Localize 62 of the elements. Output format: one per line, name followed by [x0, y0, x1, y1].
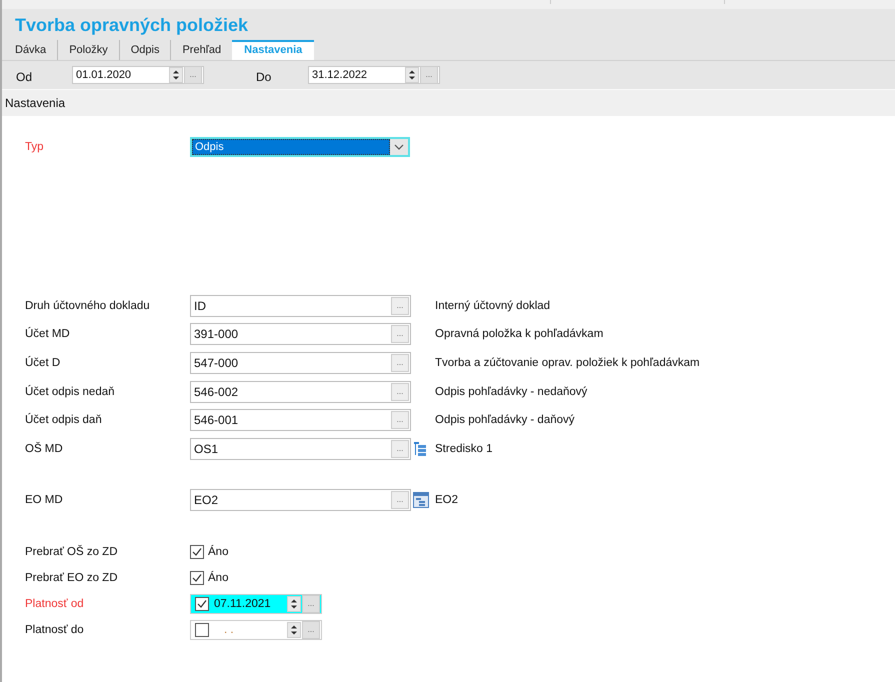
date-field[interactable]: 01.01.2020 ... — [72, 66, 204, 84]
checkbox[interactable] — [190, 570, 204, 585]
spinner-icon[interactable] — [169, 67, 183, 83]
browse-button[interactable]: ... — [184, 66, 202, 84]
field-label: OŠ MD — [25, 442, 64, 455]
field-description: Tvorba a zúčtovanie oprav. položiek k pohľadávkam — [435, 357, 700, 370]
field-label: Prebrať OŠ zo ZD — [25, 546, 119, 558]
field-label: Typ — [25, 141, 45, 154]
tab[interactable]: Dávka — [6, 40, 58, 60]
field-description: Odpis pohľadávky - nedaňový — [435, 386, 588, 398]
browse-button[interactable]: ... — [391, 354, 409, 372]
checkbox-label: Áno — [208, 572, 228, 584]
browse-button[interactable]: ... — [420, 66, 438, 84]
field-label: Účet MD — [25, 328, 71, 340]
browse-button[interactable]: ... — [391, 325, 409, 344]
field-label: Účet D — [25, 357, 62, 370]
date-field[interactable]: 07.11.2021 ... — [190, 594, 322, 614]
browse-button[interactable]: ... — [391, 382, 409, 401]
field-label: Platnosť do — [25, 624, 85, 636]
field-description: Stredisko 1 — [435, 442, 493, 455]
field-description: EO2 — [435, 494, 458, 506]
field-description: Interný účtovný doklad — [435, 300, 550, 312]
date-label: Do — [256, 70, 272, 84]
section-header: Nastavenia — [2, 89, 895, 116]
date-field[interactable]: . . ... — [190, 620, 322, 640]
type-dropdown[interactable]: Odpis — [190, 137, 410, 158]
field-label: Platnosť od — [25, 598, 85, 610]
browse-button[interactable]: ... — [391, 440, 409, 458]
field-description: Opravná položka k pohľadávkam — [435, 328, 604, 340]
table-icon[interactable] — [413, 492, 429, 508]
input-field[interactable]: EO2 ... — [190, 489, 411, 512]
input-field[interactable]: 546-001 ... — [190, 409, 411, 432]
tab[interactable]: Odpis — [118, 40, 170, 60]
checkbox[interactable] — [195, 596, 209, 611]
tab[interactable]: Položky — [57, 40, 119, 60]
field-label: Prebrať EO zo ZD — [25, 572, 119, 584]
spinner-icon[interactable] — [405, 67, 419, 83]
field-description: Odpis pohľadávky - daňový — [435, 414, 575, 426]
field-label: EO MD — [25, 494, 64, 506]
input-field[interactable]: OS1 ... — [190, 438, 411, 460]
browse-button[interactable]: ... — [302, 620, 320, 639]
browse-button[interactable]: ... — [391, 491, 409, 510]
checkbox[interactable] — [190, 544, 204, 559]
browse-button[interactable]: ... — [391, 296, 409, 315]
input-field[interactable]: ID ... — [190, 294, 411, 317]
form-title: Tvorba opravných položiek — [15, 14, 250, 36]
field-label: Účet odpis nedaň — [25, 386, 116, 398]
input-field[interactable]: 547-000 ... — [190, 352, 411, 374]
date-field[interactable]: 31.12.2022 ... — [308, 66, 440, 84]
date-label: Od — [16, 70, 34, 84]
tree-list-icon[interactable] — [413, 440, 427, 457]
field-label: Účet odpis daň — [25, 414, 103, 426]
checkbox-label: Áno — [208, 546, 228, 558]
checkbox[interactable] — [195, 622, 209, 637]
chevron-down-icon[interactable] — [390, 139, 408, 156]
input-field[interactable]: 391-000 ... — [190, 323, 411, 346]
field-label: Druh účtovného dokladu — [25, 300, 151, 312]
spinner-icon[interactable] — [287, 596, 301, 612]
browse-button[interactable]: ... — [302, 594, 320, 613]
spinner-icon[interactable] — [287, 622, 301, 638]
input-field[interactable]: 546-002 ... — [190, 380, 411, 403]
browse-button[interactable]: ... — [391, 411, 409, 430]
